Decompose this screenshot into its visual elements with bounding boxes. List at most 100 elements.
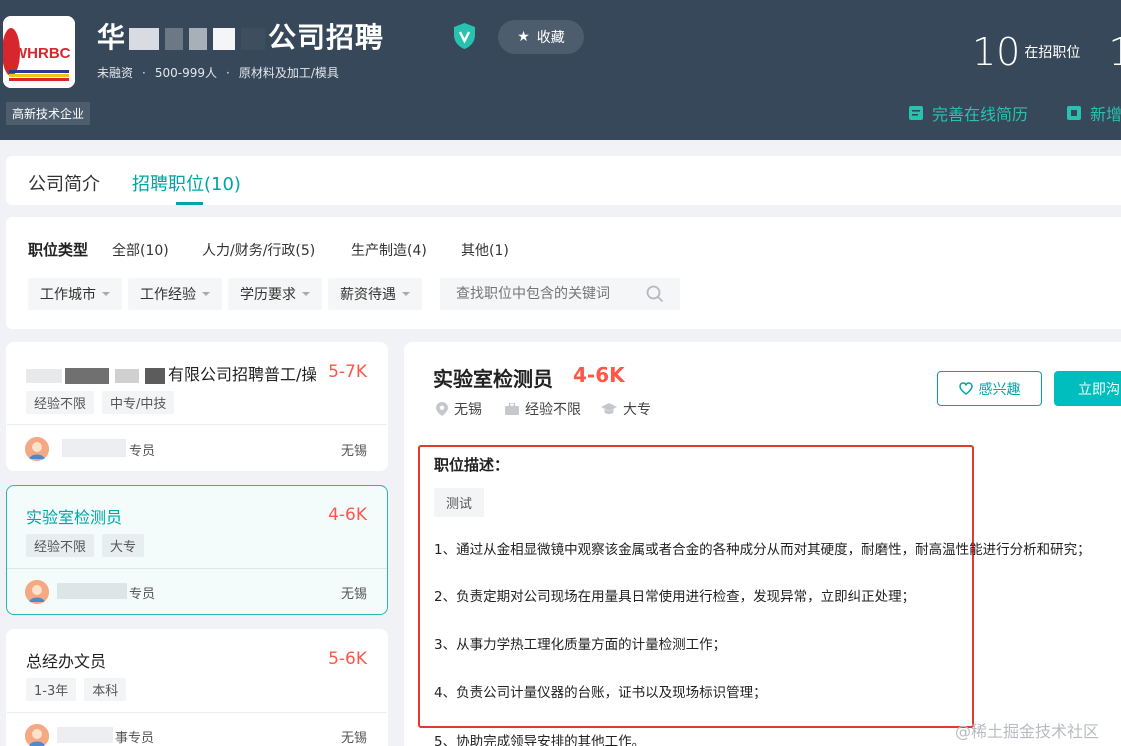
- filter-type-all[interactable]: 全部(10): [112, 240, 169, 260]
- job-detail-education: 大专: [601, 399, 651, 419]
- redacted-block: [189, 28, 208, 50]
- logo-text: WHRBC: [13, 45, 71, 62]
- education-dropdown[interactable]: 学历要求: [228, 278, 322, 310]
- experience-dropdown[interactable]: 工作经验: [128, 278, 222, 310]
- job-filters: 职位类型 全部(10) 人力/财务/行政(5) 生产制造(4) 其他(1) 工作…: [6, 217, 1121, 329]
- redacted-block: [165, 28, 184, 50]
- search-icon[interactable]: [646, 285, 664, 303]
- company-name-start: 华: [97, 21, 127, 54]
- redacted-block: [65, 367, 109, 384]
- new-link[interactable]: 新增: [1066, 101, 1121, 125]
- chevron-down-icon: [402, 292, 410, 296]
- job-keyword-tag: 测试: [434, 488, 485, 517]
- city-dropdown-label: 工作城市: [40, 287, 96, 303]
- job-tag: 经验不限: [26, 391, 95, 414]
- job-detail-panel: 实验室检测员 4-6K 无锡 经验不限 大专 感兴趣 立即沟 职位描述： 测试 …: [404, 342, 1121, 746]
- job-card-footer: 专员 无锡: [7, 568, 387, 614]
- job-tag: 本科: [84, 678, 127, 701]
- job-description-line: 5、协助完成领导安排的其他工作。: [434, 734, 646, 746]
- avatar: [25, 437, 49, 461]
- redacted-block: [145, 367, 165, 384]
- job-description-line: 3、从事力学热工理化质量方面的计量检测工作；: [434, 637, 727, 653]
- chevron-down-icon: [302, 292, 310, 296]
- chevron-down-icon: [102, 292, 110, 296]
- company-name: 华 公司招聘: [97, 16, 384, 56]
- tab-company-intro[interactable]: 公司简介: [28, 170, 100, 196]
- job-card[interactable]: 总经办文员 5-6K 1-3年 本科 事专员 无锡: [6, 629, 388, 746]
- star-icon: ★: [517, 29, 530, 45]
- second-stat-count: 1: [1108, 30, 1121, 74]
- redacted-block: [62, 439, 126, 457]
- filter-type-hr-finance[interactable]: 人力/财务/行政(5): [202, 240, 315, 260]
- company-stats: 10 在招职位 1: [972, 30, 1121, 74]
- heart-icon: [958, 382, 973, 395]
- job-card[interactable]: 有限公司招聘普工/操作工 5-7K 经验不限 中专/中技 专员 无锡: [6, 342, 388, 471]
- job-city: 无锡: [340, 731, 367, 746]
- complete-resume-link[interactable]: 完善在线简历: [908, 101, 1028, 125]
- new-label: 新增: [1090, 105, 1121, 124]
- education-dropdown-label: 学历要求: [240, 287, 296, 303]
- recruiter-title: 专员: [129, 444, 156, 459]
- favorite-button[interactable]: ★ 收藏: [498, 20, 584, 54]
- job-detail-city: 无锡: [436, 399, 482, 419]
- city-dropdown[interactable]: 工作城市: [28, 278, 122, 310]
- favorite-label: 收藏: [536, 30, 565, 46]
- company-name-end: 公司招聘: [268, 21, 385, 54]
- company-meta: 未融资 · 500-999人 · 原材料及加工/模具: [97, 66, 339, 80]
- job-card-footer: 事专员 无锡: [7, 712, 387, 746]
- job-detail-experience-label: 经验不限: [525, 402, 581, 418]
- funding-stage: 未融资: [97, 66, 134, 80]
- job-card-tags: 经验不限 大专: [26, 534, 145, 557]
- job-detail-title: 实验室检测员: [433, 367, 553, 391]
- job-detail-salary: 4-6K: [573, 363, 625, 387]
- open-positions-count: 10: [972, 30, 1021, 74]
- filter-type-other[interactable]: 其他(1): [461, 240, 509, 260]
- redacted-block: [57, 583, 127, 599]
- job-card-title-text: 有限公司招聘普工/操作工: [168, 365, 316, 384]
- company-tabs: 公司简介 招聘职位(10): [6, 156, 1121, 205]
- tab-positions[interactable]: 招聘职位(10): [132, 170, 241, 196]
- job-tag: 中专/中技: [102, 391, 175, 414]
- job-card-salary: 5-7K: [328, 362, 367, 382]
- job-description-title: 职位描述：: [434, 456, 510, 474]
- job-card-tags: 1-3年 本科: [26, 678, 127, 701]
- experience-dropdown-label: 工作经验: [140, 287, 196, 303]
- job-card-salary: 4-6K: [328, 505, 367, 525]
- chevron-down-icon: [202, 292, 210, 296]
- resume-icon: [909, 106, 923, 120]
- complete-resume-label: 完善在线简历: [932, 105, 1029, 124]
- job-tag: 经验不限: [26, 534, 95, 557]
- company-logo: WHRBC: [3, 16, 75, 88]
- job-tag: 1-3年: [26, 678, 77, 701]
- avatar: [25, 580, 49, 604]
- job-description-line: 2、负责定期对公司现场在用量具日常使用进行检查，发现异常，立即纠正处理；: [434, 589, 916, 605]
- redacted-block: [57, 727, 113, 743]
- graduation-cap-icon: [601, 403, 617, 414]
- redacted-block: [241, 28, 266, 50]
- job-detail-city-label: 无锡: [454, 402, 482, 418]
- verified-icon: [454, 23, 475, 49]
- keyword-search-input[interactable]: [440, 278, 680, 310]
- job-detail-experience: 经验不限: [505, 399, 581, 419]
- interested-label: 感兴趣: [978, 381, 1021, 398]
- job-type-title: 职位类型: [28, 241, 89, 259]
- location-icon: [436, 402, 448, 416]
- salary-dropdown-label: 薪资待遇: [340, 287, 396, 303]
- recruiter-title: 专员: [129, 587, 156, 602]
- job-card-title: 总经办文员: [26, 652, 107, 671]
- interested-button[interactable]: 感兴趣: [937, 371, 1042, 406]
- recruiter-title: 事专员: [115, 731, 155, 746]
- company-industry: 原材料及加工/模具: [238, 66, 339, 80]
- job-card[interactable]: 实验室检测员 4-6K 经验不限 大专 专员 无锡: [6, 485, 388, 615]
- redacted-block: [26, 368, 62, 383]
- filter-type-manufacturing[interactable]: 生产制造(4): [351, 240, 427, 260]
- watermark: @稀土掘金技术社区: [955, 722, 1100, 741]
- job-card-title: 实验室检测员: [26, 508, 123, 527]
- active-tab-indicator: [176, 202, 203, 205]
- job-description-line: 1、通过从金相显微镜中观察该金属或者合金的各种成分从而对其硬度，耐磨性，耐高温性…: [434, 542, 1091, 558]
- company-header: WHRBC 华公司招聘 ★ 收藏 未融资 · 500-999人 · 原材料及加工/模具 …: [0, 0, 1121, 140]
- open-positions-label: 在招职位: [1024, 45, 1081, 61]
- salary-dropdown[interactable]: 薪资待遇: [328, 278, 422, 310]
- chat-now-button[interactable]: 立即沟: [1054, 371, 1121, 406]
- redacted-block: [115, 368, 139, 383]
